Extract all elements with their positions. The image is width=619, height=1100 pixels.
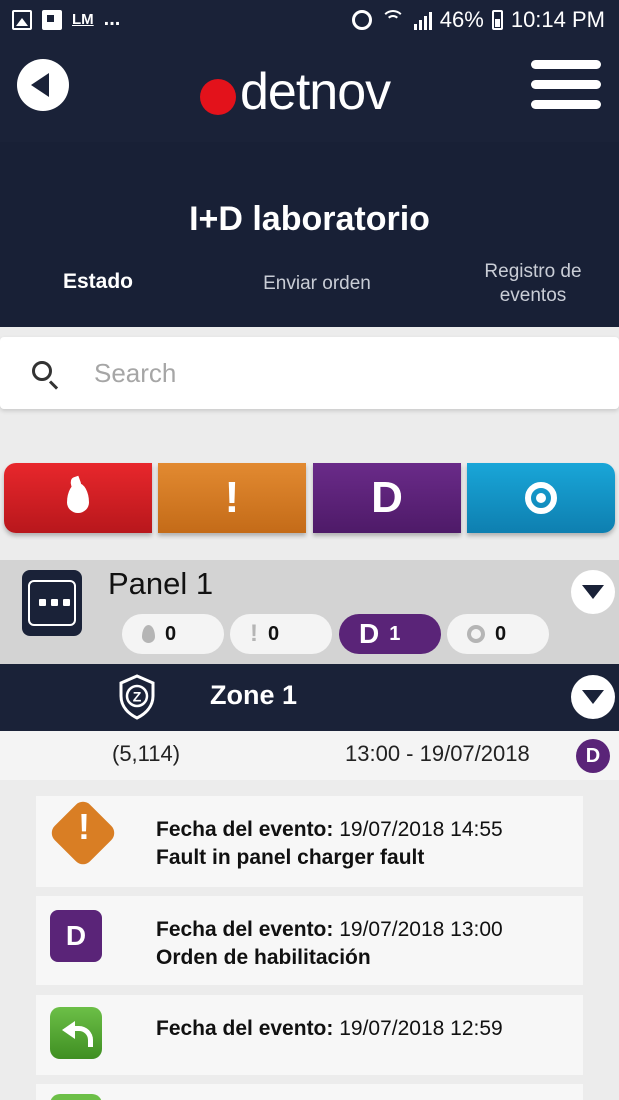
flame-icon xyxy=(67,483,89,513)
event-card[interactable]: ! Fecha del evento: 19/07/2018 14:55 Fau… xyxy=(36,796,583,887)
clock: 10:14 PM xyxy=(510,7,605,32)
d-letter-icon: D xyxy=(371,473,403,522)
search-bar xyxy=(0,337,619,409)
back-button[interactable] xyxy=(17,59,69,111)
disabled-count-value: 1 xyxy=(389,622,401,645)
disabled-d-icon: D xyxy=(50,910,102,962)
zone-title: Zone 1 xyxy=(210,680,298,710)
event-text: Fecha del evento: 19/07/2018 12:59 xyxy=(156,1015,503,1043)
fault-exclamation: ! xyxy=(78,806,90,847)
panel-expand-button[interactable] xyxy=(571,570,615,614)
exclamation-icon: ! xyxy=(224,473,240,522)
panel-row[interactable]: Panel 1 0 ! 0 D 1 0 xyxy=(0,560,619,664)
test-count-value: 0 xyxy=(495,622,507,645)
installation-header: I+D laboratorio Estado Enviar orden Regi… xyxy=(0,142,619,327)
event-date: 19/07/2018 14:55 xyxy=(339,818,503,841)
event-green-icon xyxy=(50,1094,102,1100)
page-title: I+D laboratorio xyxy=(189,200,430,238)
battery-icon xyxy=(491,10,503,30)
d-letter-icon: D xyxy=(359,618,380,649)
panel-fire-count: 0 xyxy=(122,614,224,654)
logo-dot xyxy=(200,79,236,115)
zone-shield-icon: Z xyxy=(119,674,155,720)
wifi-icon xyxy=(380,10,406,30)
event-date: 19/07/2018 13:00 xyxy=(339,918,503,941)
zone-coordinates: (5,114) xyxy=(112,741,181,766)
reset-arrow-icon xyxy=(50,1007,102,1059)
tab-estado[interactable]: Estado xyxy=(38,270,158,294)
search-icon xyxy=(32,361,52,381)
alarm-icon xyxy=(351,10,372,30)
event-date-label: Fecha del evento: xyxy=(156,918,334,941)
event-date-label: Fecha del evento: xyxy=(156,1017,334,1040)
event-date: 19/07/2018 12:59 xyxy=(339,1017,503,1040)
flipboard-icon xyxy=(42,9,62,30)
filter-disabled-button[interactable]: D xyxy=(313,463,461,533)
tab-enviar-orden[interactable]: Enviar orden xyxy=(240,272,394,296)
panel-fault-count: ! 0 xyxy=(230,614,332,654)
fire-count-value: 0 xyxy=(165,622,177,645)
filter-fire-button[interactable] xyxy=(4,463,152,533)
flame-icon xyxy=(142,625,155,643)
zone-row[interactable]: Z Zone 1 xyxy=(0,664,619,731)
filter-fault-button[interactable]: ! xyxy=(158,463,306,533)
tab-registro-eventos[interactable]: Registro de eventos xyxy=(460,260,606,308)
lm-notification-label: LM xyxy=(72,11,94,28)
panel-title: Panel 1 xyxy=(108,566,214,601)
logo-text: detnov xyxy=(240,63,391,121)
event-card[interactable]: Fecha del evento: 19/07/2018 12:59 xyxy=(36,995,583,1075)
app-header: detnov xyxy=(0,42,619,142)
event-text: Fecha del evento: 19/07/2018 14:55 Fault… xyxy=(156,816,503,872)
exclamation-icon: ! xyxy=(250,620,258,647)
zone-expand-button[interactable] xyxy=(571,675,615,719)
zone-timestamp: 13:00 - 19/07/2018 xyxy=(345,741,530,766)
zone-info-row: (5,114) 13:00 - 19/07/2018 D xyxy=(0,731,619,780)
more-notifications: ... xyxy=(103,8,121,30)
detnov-logo: detnov xyxy=(200,62,391,122)
panel-disabled-count: D 1 xyxy=(339,614,441,654)
filter-test-button[interactable] xyxy=(467,463,615,533)
gallery-icon xyxy=(12,9,32,30)
disabled-status-badge: D xyxy=(576,739,610,773)
search-input[interactable] xyxy=(94,355,594,391)
event-text: Fecha del evento: 19/07/2018 13:00 Orden… xyxy=(156,916,503,972)
hamburger-menu-button[interactable] xyxy=(531,56,601,112)
svg-text:Z: Z xyxy=(133,689,142,705)
status-bar: LM ... 46% 10:14 PM xyxy=(0,0,619,42)
panel-test-count: 0 xyxy=(447,614,549,654)
event-description: Fault in panel charger fault xyxy=(156,846,425,869)
event-date-label: Fecha del evento: xyxy=(156,818,334,841)
signal-icon xyxy=(413,10,432,30)
event-description: Orden de habilitación xyxy=(156,946,371,969)
battery-percent: 46% xyxy=(439,7,484,32)
event-card[interactable]: D Fecha del evento: 19/07/2018 13:00 Ord… xyxy=(36,896,583,985)
sounder-icon xyxy=(467,625,485,643)
fault-count-value: 0 xyxy=(268,622,280,645)
event-card[interactable] xyxy=(36,1084,583,1100)
panel-icon xyxy=(22,570,82,636)
sounder-icon xyxy=(525,482,557,514)
